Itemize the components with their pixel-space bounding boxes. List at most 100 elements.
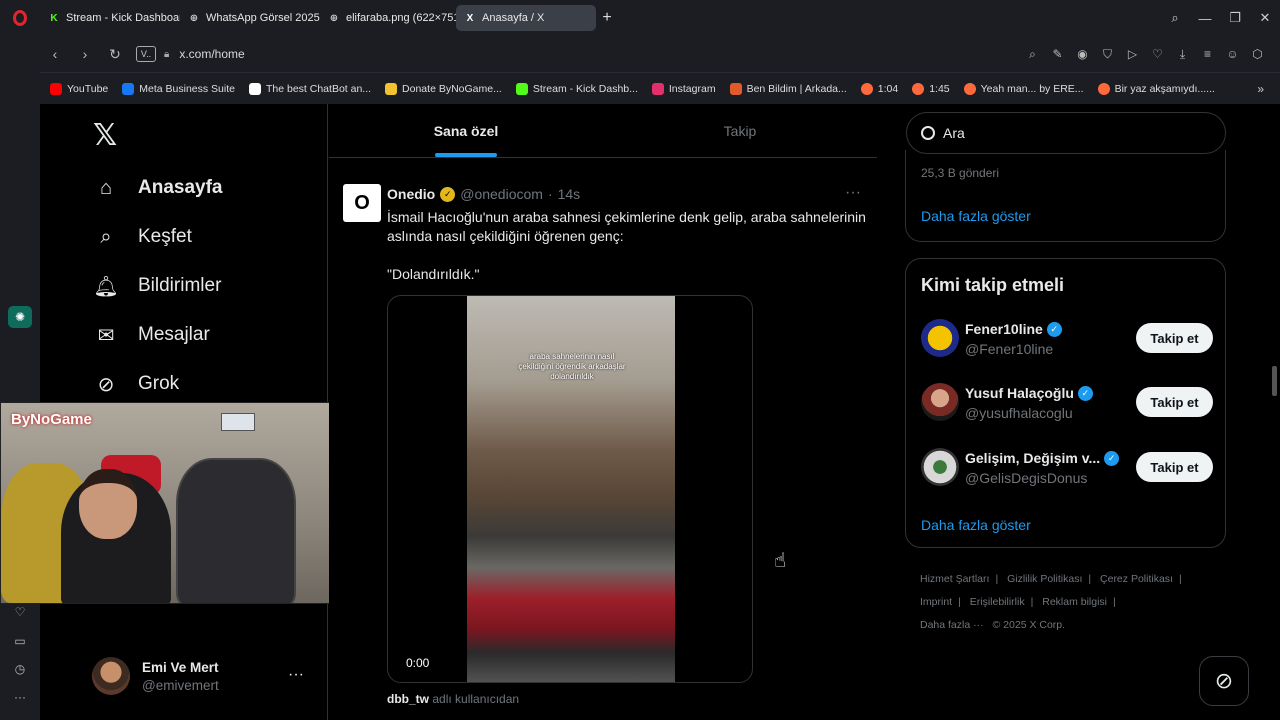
bookmark-benbildim[interactable]: Ben Bildim | Arkada... xyxy=(729,82,847,95)
avatar[interactable] xyxy=(921,319,959,357)
browser-tab-elifaraba[interactable]: ⊕ elifaraba.png (622×751) xyxy=(320,5,456,31)
bookmark-instagram[interactable]: Instagram xyxy=(651,82,716,95)
scrollbar-thumb[interactable] xyxy=(1272,366,1277,396)
opera-menu-button[interactable] xyxy=(0,0,40,36)
lock-icon[interactable]: 🔒︎ xyxy=(164,49,169,60)
minimize-button[interactable]: — xyxy=(1190,11,1220,26)
nav-messages[interactable]: ✉ Mesajlar xyxy=(94,323,210,347)
nav-explore[interactable]: ⌕ Keşfet xyxy=(94,225,191,249)
tab-following[interactable]: Takip xyxy=(603,104,877,157)
profile-icon[interactable]: ☺ xyxy=(1220,47,1245,61)
bookmark-yeahman[interactable]: Yeah man... by ERE... xyxy=(963,82,1084,95)
vpn-badge[interactable]: V.. xyxy=(136,46,156,62)
tweet-author-handle[interactable]: @onediocom xyxy=(460,186,543,202)
x-logo-icon[interactable]: 𝕏 xyxy=(93,118,117,153)
nav-notifications[interactable]: 🔔︎ Bildirimler xyxy=(93,274,221,298)
bookmark-label: YouTube xyxy=(67,82,109,95)
tv-icon[interactable]: ▭ xyxy=(8,630,32,652)
show-more-link[interactable]: Daha fazla göster xyxy=(921,208,1031,224)
verified-gold-icon: ✓ xyxy=(440,186,456,202)
more-icon[interactable]: ··· xyxy=(845,184,861,202)
heart-icon[interactable]: ♡ xyxy=(1145,47,1170,61)
new-tab-button[interactable]: + xyxy=(596,7,618,29)
shield-icon[interactable]: ⛉ xyxy=(1095,47,1120,62)
browser-tab-x[interactable]: X Anasayfa / X xyxy=(456,5,596,31)
follow-button[interactable]: Takip et xyxy=(1136,323,1213,353)
close-window-button[interactable]: ✕ xyxy=(1250,10,1280,26)
tweet-separator: · xyxy=(547,186,553,202)
extensions-icon[interactable]: ⬡ xyxy=(1245,47,1270,61)
edit-icon[interactable]: ✎ xyxy=(1045,47,1070,61)
footer-link[interactable]: Çerez Politikası xyxy=(1100,573,1173,585)
zoom-icon[interactable]: ⌕ xyxy=(1020,47,1045,62)
bookmark-biryaz[interactable]: Bir yaz akşamıydı...... xyxy=(1097,82,1215,95)
right-sidebar: 25,3 B gönderi Daha fazla göster Ara Kim… xyxy=(878,104,1280,720)
footer-link[interactable]: Reklam bilgisi xyxy=(1042,596,1107,608)
search-input[interactable]: Ara xyxy=(906,112,1226,154)
footer-link[interactable]: Imprint xyxy=(920,596,952,608)
tab-for-you[interactable]: Sana özel xyxy=(329,104,603,157)
verified-icon: ✓ xyxy=(1077,385,1093,401)
tweet[interactable]: O Onedio ✓ @onediocom · 14s ··· İsmail H… xyxy=(329,172,877,720)
grok-floating-button[interactable]: ⊘ xyxy=(1199,656,1249,706)
tweet-video[interactable]: araba sahnelerinin nasıl çekildiğini öğr… xyxy=(387,295,753,683)
more-icon[interactable]: ··· xyxy=(8,686,32,708)
account-name: Emi Ve Mert xyxy=(142,659,219,675)
who-to-follow-title: Kimi takip etmeli xyxy=(921,275,1065,295)
history-icon[interactable]: ◷ xyxy=(8,658,32,680)
follow-button[interactable]: Takip et xyxy=(1136,387,1213,417)
source-user[interactable]: dbb_tw xyxy=(387,692,429,706)
footer-link[interactable]: Erişilebilirlik xyxy=(970,596,1025,608)
show-more-link[interactable]: Daha fazla göster xyxy=(921,517,1031,533)
bookmark-donate[interactable]: Donate ByNoGame... xyxy=(385,82,502,95)
browser-tab-kick[interactable]: K Stream - Kick Dashboard xyxy=(40,5,180,31)
heart-icon[interactable]: ♡ xyxy=(8,601,32,623)
reload-button[interactable]: ↻ xyxy=(100,46,130,63)
suggestion-item[interactable]: Fener10line ✓ @Fener10line Takip et xyxy=(921,315,1213,361)
account-handle: @emivemert xyxy=(142,677,219,693)
chatgpt-icon[interactable]: ✺ xyxy=(8,306,32,328)
maximize-button[interactable]: ❐ xyxy=(1220,10,1250,26)
nav-home[interactable]: ⌂ Anasayfa xyxy=(94,176,223,200)
footer-link[interactable]: Gizlilik Politikası xyxy=(1007,573,1082,585)
chevron-right-icon[interactable]: » xyxy=(1257,82,1264,96)
camera-icon[interactable]: ◉ xyxy=(1070,47,1095,61)
bookmark-youtube[interactable]: YouTube xyxy=(50,82,109,95)
verified-icon: ✓ xyxy=(1104,450,1120,466)
url-field[interactable]: x.com/home xyxy=(179,47,244,61)
browser-tab-whatsapp[interactable]: ⊕ WhatsApp Görsel 2025-08 xyxy=(180,5,320,31)
menu-icon[interactable]: ≡ xyxy=(1195,47,1220,61)
bookmarks-bar: YouTube Meta Business Suite The best Cha… xyxy=(40,72,1280,104)
back-button[interactable]: ‹ xyxy=(40,46,70,62)
avatar[interactable] xyxy=(921,383,959,421)
grok-icon: ⊘ xyxy=(97,373,115,396)
youtube-icon xyxy=(50,82,62,95)
download-icon[interactable]: ⤓ xyxy=(1170,47,1195,62)
forward-button[interactable]: › xyxy=(70,46,100,62)
page-scrollbar[interactable] xyxy=(1270,104,1280,720)
browser-tab-bar: K Stream - Kick Dashboard ⊕ WhatsApp Gör… xyxy=(0,0,1280,36)
follow-button[interactable]: Takip et xyxy=(1136,452,1213,482)
bookmark-145[interactable]: 1:45 xyxy=(912,82,950,95)
bookmark-meta[interactable]: Meta Business Suite xyxy=(122,82,235,95)
bookmark-104[interactable]: 1:04 xyxy=(860,82,898,95)
account-switcher[interactable]: Emi Ve Mert @emivemert ··· xyxy=(92,654,322,698)
play-icon[interactable]: ▷ xyxy=(1120,47,1145,61)
nav-grok[interactable]: ⊘ Grok xyxy=(94,372,180,396)
suggestion-item[interactable]: Yusuf Halaçoğlu ✓ @yusufhalacoglu Takip e… xyxy=(921,379,1213,425)
tweet-source: dbb_tw adlı kullanıcıdan xyxy=(387,692,519,706)
bookmark-kick[interactable]: Stream - Kick Dashb... xyxy=(515,82,638,95)
webcam-brand: ByNoGame xyxy=(11,411,92,428)
suggestion-item[interactable]: Gelişim, Değişim v... ✓ @GelisDegisDonus … xyxy=(921,444,1213,490)
more-icon[interactable]: ··· xyxy=(288,666,304,684)
tweet-avatar[interactable]: O xyxy=(343,184,381,222)
search-icon xyxy=(921,126,935,140)
feed-tabs: Sana özel Takip xyxy=(329,104,877,158)
tweet-time[interactable]: 14s xyxy=(558,186,581,202)
footer-more-link[interactable]: Daha fazla ··· xyxy=(920,619,984,631)
avatar[interactable] xyxy=(921,448,959,486)
footer-link[interactable]: Hizmet Şartları xyxy=(920,573,989,585)
bookmark-chatbot[interactable]: The best ChatBot an... xyxy=(248,82,371,95)
tweet-author-name[interactable]: Onedio xyxy=(387,186,435,202)
search-tabs-icon[interactable]: ⌕ xyxy=(1160,10,1190,26)
